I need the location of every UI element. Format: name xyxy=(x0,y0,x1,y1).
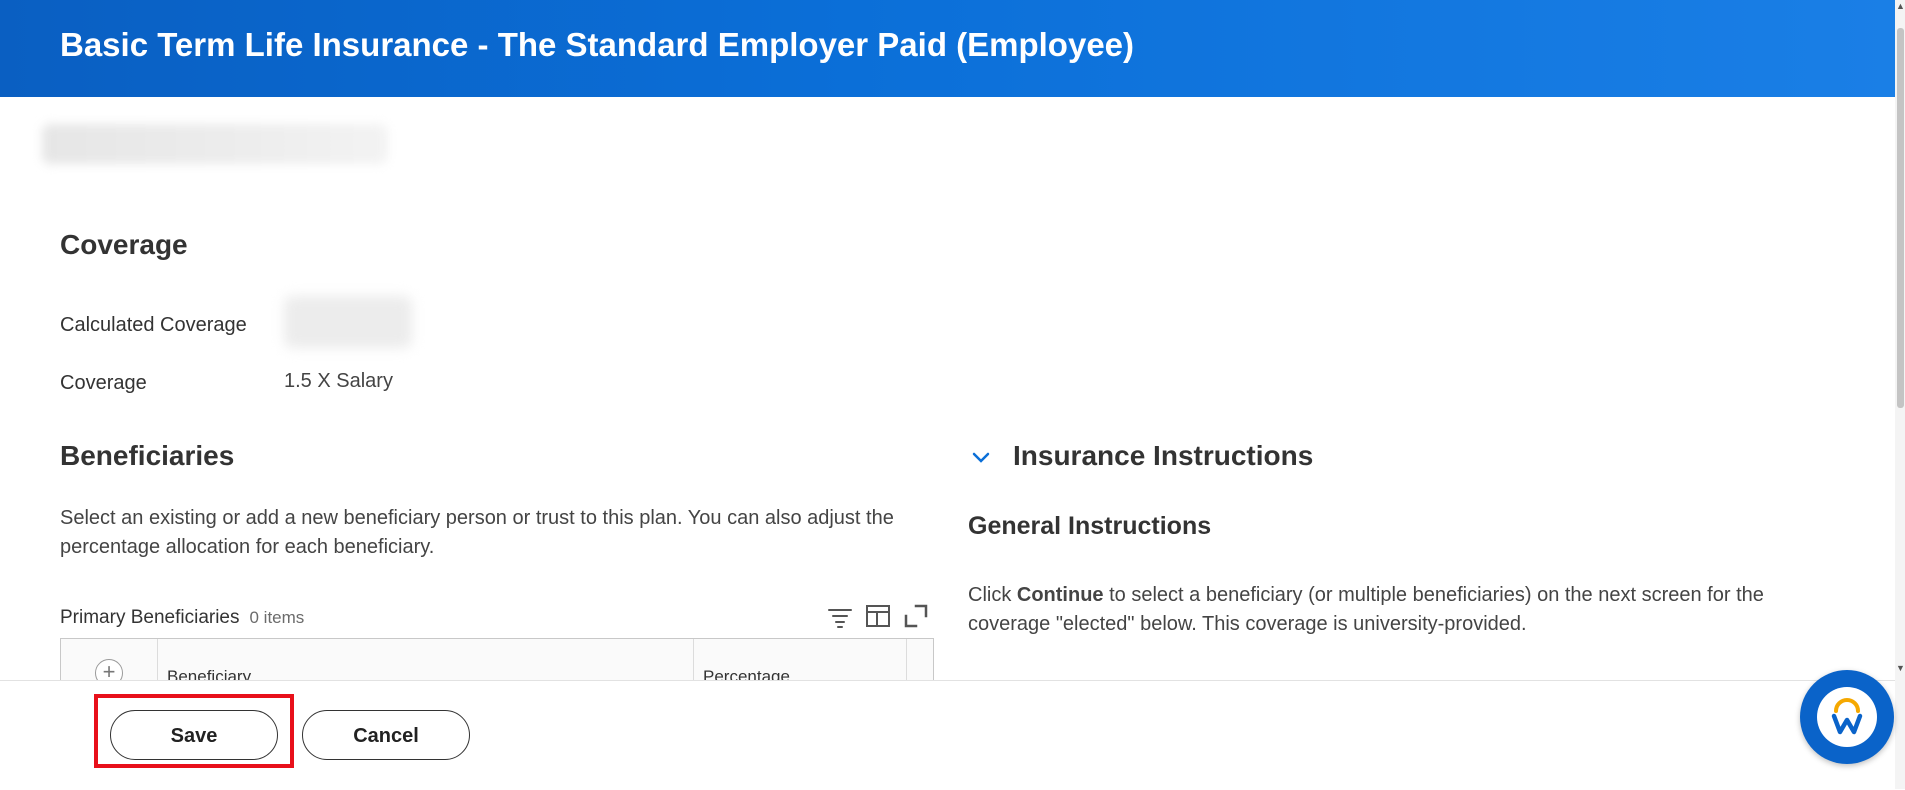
grid-title: Primary Beneficiaries 0 items xyxy=(60,607,304,629)
column-divider xyxy=(906,639,907,682)
page-header: Basic Term Life Insurance - The Standard… xyxy=(0,0,1895,97)
columns-icon[interactable] xyxy=(864,602,892,630)
instructions-continue-bold: Continue xyxy=(1016,584,1104,606)
calculated-coverage-label: Calculated Coverage xyxy=(60,314,247,336)
instructions-text-start: Click xyxy=(968,584,1017,606)
chevron-down-icon[interactable] xyxy=(970,446,992,468)
grid-item-count: 0 items xyxy=(249,608,305,627)
workday-assistant-icon xyxy=(1831,698,1863,735)
calculated-coverage-value-redacted xyxy=(284,296,412,348)
workday-assistant-button[interactable] xyxy=(1800,670,1894,764)
scroll-up-icon[interactable]: ▲ xyxy=(1896,2,1905,11)
scroll-down-icon[interactable]: ▼ xyxy=(1896,664,1905,673)
primary-beneficiaries-grid: + Beneficiary Percentage xyxy=(60,638,934,682)
general-instructions-text: Click Continue to select a beneficiary (… xyxy=(968,581,1818,639)
page-title: Basic Term Life Insurance - The Standard… xyxy=(60,26,1135,63)
beneficiaries-description: Select an existing or add a new benefici… xyxy=(60,507,894,558)
general-instructions-heading: General Instructions xyxy=(968,512,1212,540)
workday-assistant-badge xyxy=(1817,687,1877,747)
coverage-heading: Coverage xyxy=(60,229,188,260)
employee-name-redacted xyxy=(42,124,388,164)
cancel-button[interactable]: Cancel xyxy=(302,710,470,760)
column-divider xyxy=(693,639,694,682)
grid-add-cell: + xyxy=(61,639,158,682)
beneficiaries-heading: Beneficiaries xyxy=(60,440,235,471)
insurance-instructions-heading[interactable]: Insurance Instructions xyxy=(1013,440,1313,472)
coverage-label: Coverage xyxy=(60,372,147,394)
add-icon[interactable]: + xyxy=(95,659,123,682)
filter-icon[interactable] xyxy=(826,602,854,630)
coverage-value: 1.5 X Salary xyxy=(284,370,393,392)
scrollbar-thumb[interactable] xyxy=(1897,28,1904,408)
grid-title-label: Primary Beneficiaries xyxy=(60,607,240,628)
save-button-highlight xyxy=(94,694,294,768)
fullscreen-icon[interactable] xyxy=(902,602,930,630)
